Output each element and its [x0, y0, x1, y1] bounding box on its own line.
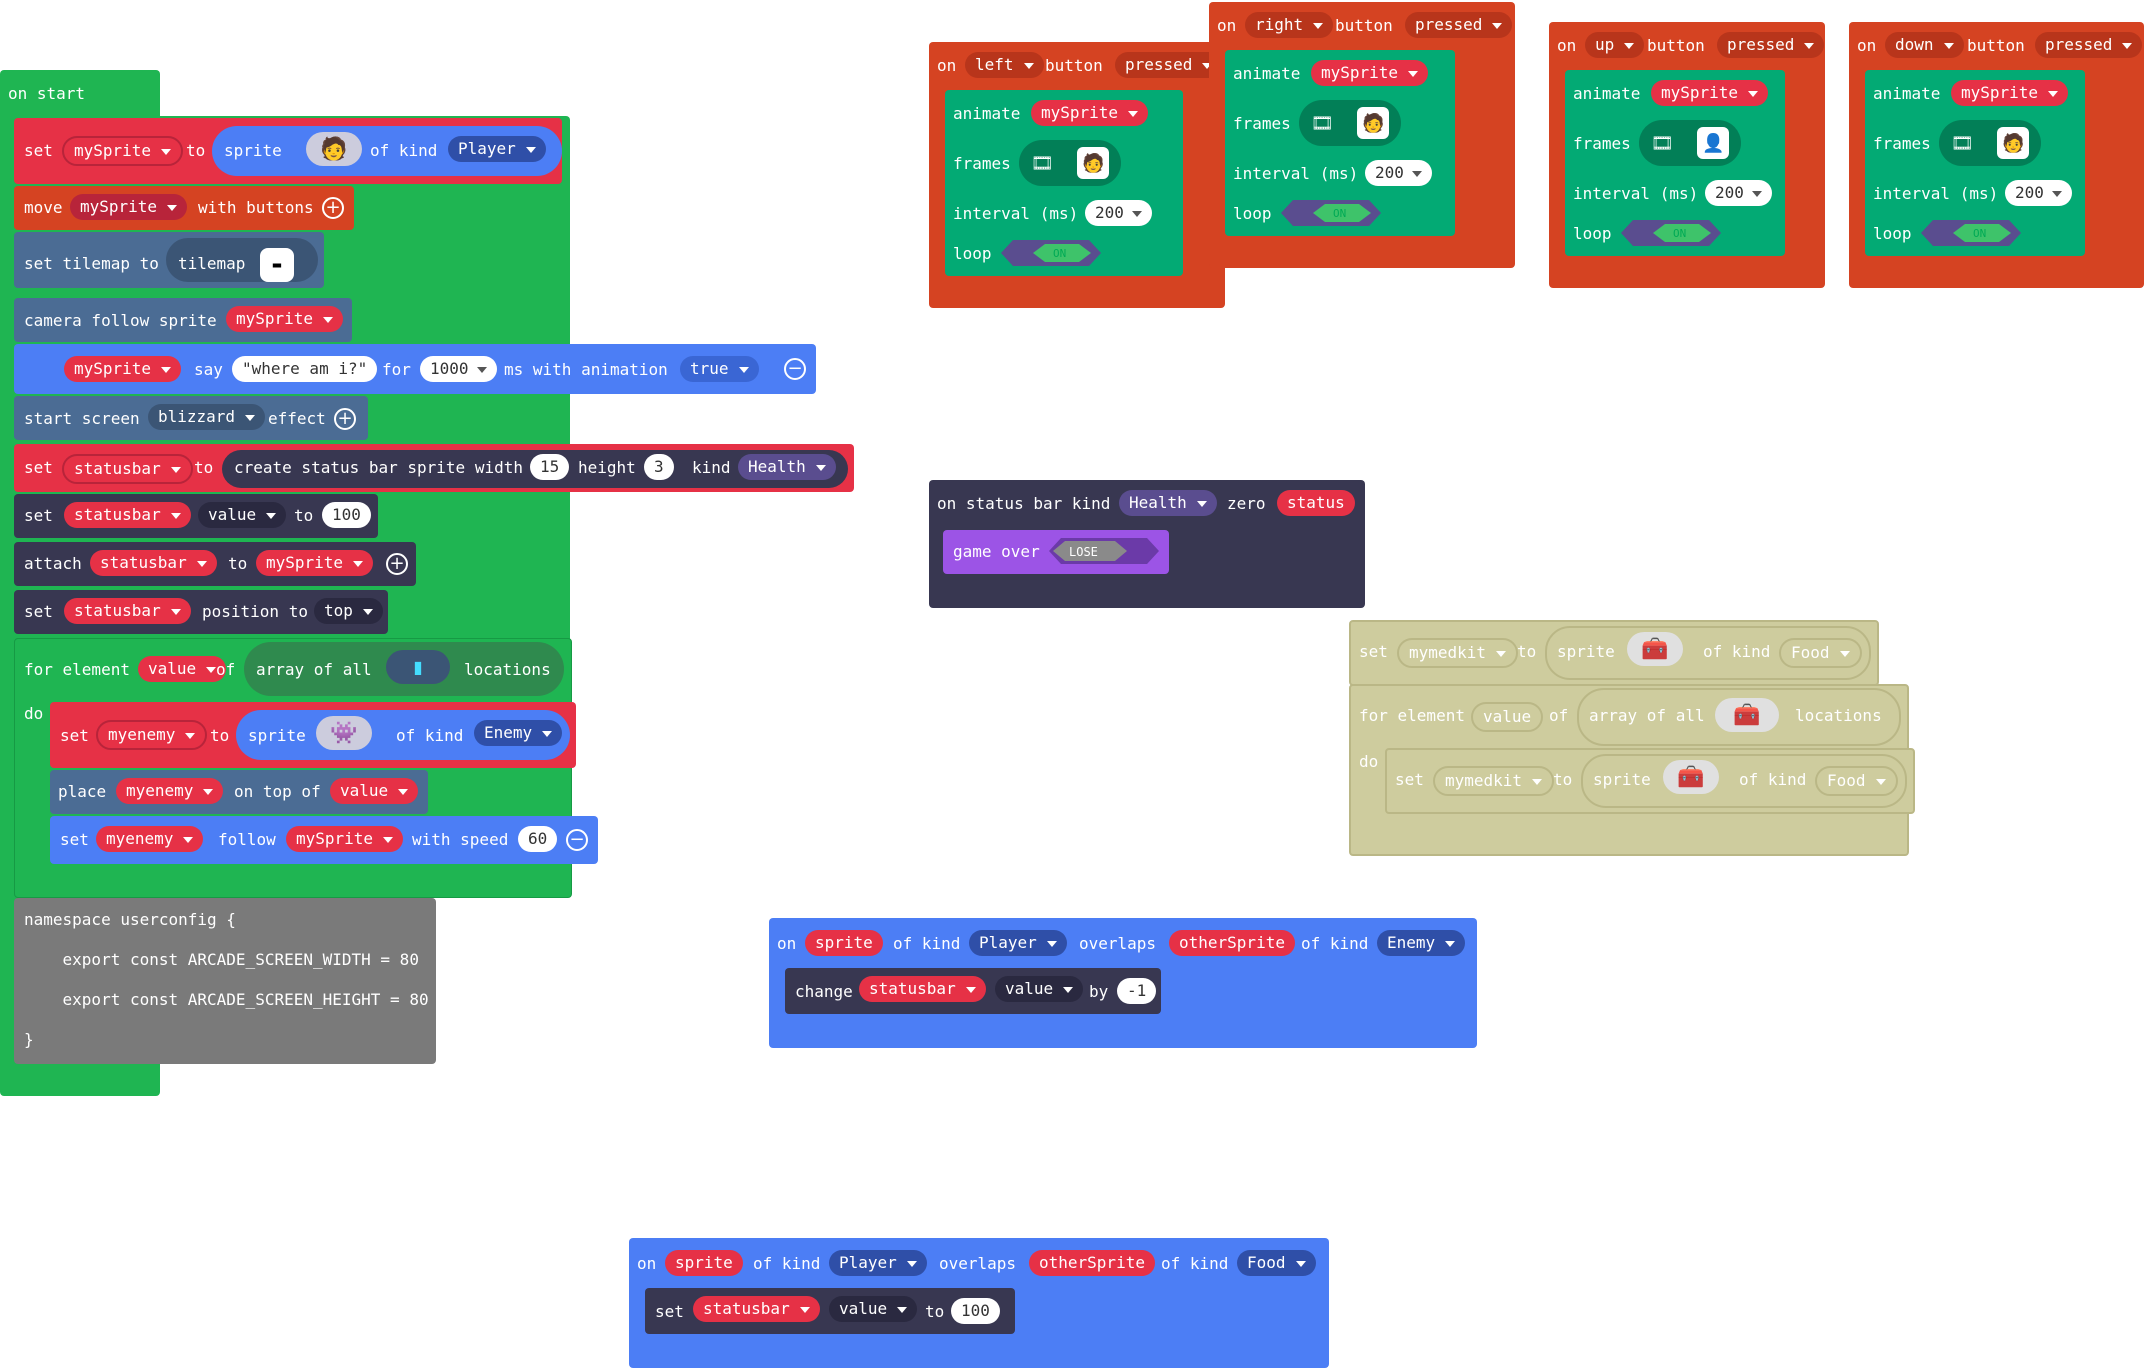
- value-input[interactable]: 100: [951, 1298, 1000, 1324]
- action-dropdown[interactable]: pressed: [1405, 12, 1513, 38]
- kind-dropdown-player[interactable]: Player: [448, 136, 546, 162]
- property-dropdown[interactable]: value: [829, 1296, 918, 1322]
- frames-film-icon[interactable]: 🎞 🧑: [1299, 100, 1401, 146]
- duration-input[interactable]: 1000: [420, 356, 497, 382]
- position-dropdown[interactable]: top: [314, 598, 383, 624]
- action-dropdown[interactable]: pressed: [1115, 52, 1223, 78]
- var-dropdown-mysprite[interactable]: mySprite: [1311, 60, 1429, 86]
- kind-dropdown-food[interactable]: Food: [1237, 1250, 1316, 1276]
- kind-dropdown-player[interactable]: Player: [969, 930, 1067, 956]
- kind-dropdown-food[interactable]: Food: [1779, 638, 1862, 668]
- interval-input[interactable]: 200: [1365, 160, 1432, 186]
- frames-film-icon[interactable]: 🎞 🧑: [1939, 120, 2041, 166]
- medkit-sprite-icon[interactable]: 🧰: [1627, 632, 1683, 666]
- expand-plus-icon[interactable]: +: [386, 553, 408, 575]
- loop-var-value[interactable]: value: [138, 656, 227, 682]
- var-dropdown-statusbar[interactable]: statusbar: [64, 502, 191, 528]
- value-input[interactable]: 100: [322, 502, 371, 528]
- enemy-sprite-icon[interactable]: 👾: [316, 716, 372, 750]
- var-dropdown-mymedkit[interactable]: mymedkit: [1397, 638, 1519, 668]
- player-sprite-icon[interactable]: 🧑: [306, 132, 362, 166]
- on-start-label: on start: [8, 84, 86, 103]
- action-dropdown[interactable]: pressed: [1717, 32, 1825, 58]
- var-dropdown-mysprite[interactable]: mySprite: [64, 356, 182, 382]
- statusbar-kind-dropdown[interactable]: Health: [738, 454, 836, 480]
- button-dropdown[interactable]: right: [1245, 12, 1334, 38]
- expand-plus-icon[interactable]: +: [334, 408, 356, 430]
- var-dropdown-mysprite[interactable]: mySprite: [1031, 100, 1149, 126]
- animation-toggle-dropdown[interactable]: true: [680, 356, 759, 382]
- var-dropdown-value[interactable]: value: [330, 778, 419, 804]
- expand-plus-icon[interactable]: +: [322, 197, 344, 219]
- property-dropdown[interactable]: value: [198, 502, 287, 528]
- statusbar-kind-dropdown[interactable]: Health: [1119, 490, 1217, 516]
- collapse-minus-icon[interactable]: −: [784, 358, 806, 380]
- var-dropdown-statusbar[interactable]: statusbar: [90, 550, 217, 576]
- status-param[interactable]: status: [1277, 490, 1355, 516]
- change-amount-input[interactable]: -1: [1117, 978, 1157, 1004]
- var-dropdown-mysprite[interactable]: mySprite: [256, 550, 374, 576]
- var-dropdown-myenemy[interactable]: myenemy: [116, 778, 224, 804]
- var-dropdown-mymedkit[interactable]: mymedkit: [1433, 766, 1555, 796]
- loop-var-value[interactable]: value: [1471, 702, 1544, 732]
- blocks-workspace[interactable]: on start set mySprite to sprite 🧑 of kin…: [0, 0, 2144, 1368]
- button-dropdown[interactable]: down: [1885, 32, 1964, 58]
- speed-input[interactable]: 60: [518, 826, 558, 852]
- button-dropdown[interactable]: left: [965, 52, 1044, 78]
- var-dropdown-mysprite[interactable]: mySprite: [286, 826, 404, 852]
- location-tile-icon[interactable]: ▮: [386, 650, 450, 684]
- button-dropdown[interactable]: up: [1585, 32, 1645, 58]
- kind-dropdown-enemy[interactable]: Enemy: [474, 720, 563, 746]
- interval-input[interactable]: 200: [1705, 180, 1772, 206]
- var-dropdown-mysprite[interactable]: mySprite: [70, 194, 188, 220]
- var-dropdown-mysprite[interactable]: mySprite: [1651, 80, 1769, 106]
- medkit-sprite-icon[interactable]: 🧰: [1663, 760, 1719, 794]
- var-dropdown-statusbar[interactable]: statusbar: [62, 454, 193, 484]
- width-input[interactable]: 15: [530, 454, 570, 480]
- effect-dropdown[interactable]: blizzard: [148, 404, 266, 430]
- sprite-param[interactable]: sprite: [805, 930, 883, 956]
- frames-film-icon[interactable]: 🎞 🧑: [1019, 140, 1121, 186]
- kind-dropdown-enemy[interactable]: Enemy: [1377, 930, 1466, 956]
- property-dropdown[interactable]: value: [995, 976, 1084, 1002]
- var-dropdown-mysprite[interactable]: mySprite: [1951, 80, 2069, 106]
- var-dropdown-mysprite[interactable]: mySprite: [62, 136, 184, 166]
- medkit-location-icon[interactable]: 🧰: [1715, 698, 1779, 732]
- var-dropdown-statusbar[interactable]: statusbar: [64, 598, 191, 624]
- var-dropdown-myenemy[interactable]: myenemy: [96, 826, 204, 852]
- collapse-minus-icon[interactable]: −: [566, 829, 588, 851]
- action-dropdown[interactable]: pressed: [2035, 32, 2143, 58]
- tilemap-preview-icon[interactable]: ▬: [260, 248, 294, 282]
- sprite-param[interactable]: sprite: [665, 1250, 743, 1276]
- interval-input[interactable]: 200: [1085, 200, 1152, 226]
- kind-dropdown-player[interactable]: Player: [829, 1250, 927, 1276]
- var-dropdown-mysprite[interactable]: mySprite: [226, 306, 344, 332]
- frames-film-icon[interactable]: 🎞 👤: [1639, 120, 1741, 166]
- other-sprite-param[interactable]: otherSprite: [1169, 930, 1295, 956]
- var-dropdown-statusbar[interactable]: statusbar: [693, 1296, 820, 1322]
- var-dropdown-statusbar[interactable]: statusbar: [859, 976, 986, 1002]
- kind-dropdown-food[interactable]: Food: [1815, 766, 1898, 796]
- height-input[interactable]: 3: [644, 454, 674, 480]
- interval-input[interactable]: 200: [2005, 180, 2072, 206]
- var-dropdown-myenemy[interactable]: myenemy: [96, 720, 208, 750]
- say-text-input[interactable]: "where am i?": [232, 356, 378, 382]
- other-sprite-param[interactable]: otherSprite: [1029, 1250, 1155, 1276]
